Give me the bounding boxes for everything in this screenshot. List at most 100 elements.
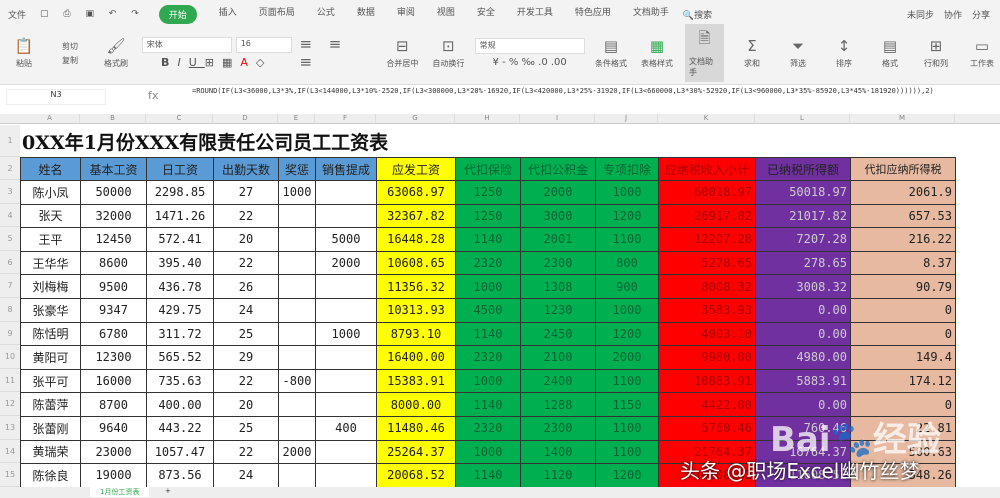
- table-cell[interactable]: 10608.65: [376, 250, 456, 276]
- table-cell[interactable]: 4500: [455, 298, 521, 323]
- table-cell[interactable]: 2001: [520, 227, 596, 252]
- font-size-select[interactable]: 16: [235, 37, 292, 53]
- table-cell[interactable]: 1057.47: [146, 439, 214, 465]
- row-col-button[interactable]: ⊞ 行和列: [918, 37, 954, 69]
- table-cell[interactable]: 2400: [520, 368, 596, 394]
- sync-button[interactable]: 未同步: [907, 8, 934, 21]
- column-header[interactable]: C: [146, 114, 213, 124]
- table-cell[interactable]: 2320: [455, 250, 521, 276]
- column-header[interactable]: A: [20, 114, 80, 124]
- table-cell[interactable]: [315, 203, 377, 229]
- table-cell[interactable]: 1000: [278, 180, 316, 205]
- table-cell[interactable]: 800: [595, 250, 659, 276]
- table-cell[interactable]: 2061.9: [850, 180, 956, 205]
- row-number[interactable]: 4: [0, 203, 20, 228]
- cond-format-button[interactable]: ▤ 条件格式: [593, 37, 629, 69]
- table-cell[interactable]: 149.4: [850, 345, 956, 370]
- merge-button[interactable]: ⊟ 合并居中: [384, 37, 420, 69]
- tab-1[interactable]: 插入: [219, 5, 237, 24]
- table-cell[interactable]: [278, 298, 316, 323]
- table-cell[interactable]: 1200: [595, 463, 659, 488]
- table-cell[interactable]: [278, 416, 316, 441]
- tab-9[interactable]: 特色应用: [575, 5, 611, 24]
- quick-toolbar-icons[interactable]: ▢ ⎙ ▣ ↶ ↷: [40, 9, 145, 19]
- table-cell[interactable]: 2300: [520, 416, 596, 441]
- tab-7[interactable]: 安全: [477, 5, 495, 24]
- table-cell[interactable]: [278, 321, 316, 347]
- header-cell[interactable]: 应发工资: [376, 157, 456, 181]
- format-painter-button[interactable]: 🖌 格式刷: [98, 37, 134, 69]
- tab-10[interactable]: 文档助手: [633, 5, 669, 24]
- table-cell[interactable]: [278, 463, 316, 488]
- table-cell[interactable]: 873.56: [146, 463, 214, 488]
- table-cell[interactable]: 26: [213, 274, 279, 299]
- table-cell[interactable]: 5760.46: [658, 416, 756, 441]
- table-cell[interactable]: 20: [213, 392, 279, 417]
- share-button[interactable]: 分享: [972, 8, 990, 21]
- tab-3[interactable]: 公式: [317, 5, 335, 24]
- table-cell[interactable]: 26917.82: [658, 203, 756, 229]
- font-style-buttons[interactable]: BIU⊞▦A◇: [161, 56, 272, 69]
- add-sheet-button[interactable]: +: [165, 487, 171, 495]
- table-cell[interactable]: 张天: [20, 203, 81, 229]
- table-cell[interactable]: 395.40: [146, 250, 214, 276]
- table-cell[interactable]: 0: [850, 298, 956, 323]
- tab-0[interactable]: 开始: [158, 4, 197, 24]
- table-cell[interactable]: [278, 274, 316, 299]
- column-header[interactable]: L: [755, 114, 850, 124]
- sheet-title[interactable]: 0XX年1月份XXX有限责任公司员工工资表: [22, 128, 388, 155]
- table-cell[interactable]: 11356.32: [376, 274, 456, 299]
- table-cell[interactable]: 8793.10: [376, 321, 456, 347]
- table-cell[interactable]: 黄阳可: [20, 345, 81, 370]
- row-number[interactable]: 2: [0, 157, 20, 180]
- filter-button[interactable]: ⏷ 筛选: [780, 37, 816, 69]
- header-cell[interactable]: 代扣公积金: [520, 157, 596, 181]
- table-cell[interactable]: 10883.91: [658, 368, 756, 394]
- sort-button[interactable]: ↕ 排序: [826, 37, 862, 69]
- table-cell[interactable]: [315, 439, 377, 465]
- table-cell[interactable]: 2320: [455, 416, 521, 441]
- table-cell[interactable]: 1140: [455, 463, 521, 488]
- table-cell[interactable]: -800: [278, 368, 316, 394]
- number-format-select[interactable]: 常规: [474, 38, 585, 54]
- table-cell[interactable]: 王华华: [20, 250, 81, 276]
- tab-2[interactable]: 页面布局: [259, 5, 295, 24]
- table-cell[interactable]: 4003.10: [658, 321, 756, 347]
- table-cell[interactable]: 436.78: [146, 274, 214, 299]
- table-cell[interactable]: 黄瑞荣: [20, 439, 81, 465]
- formula-input[interactable]: =ROUND(IF(L3<36000,L3*3%,IF(L3<144000,L3…: [192, 86, 992, 97]
- table-cell[interactable]: [278, 345, 316, 370]
- header-cell[interactable]: 基本工资: [80, 157, 147, 181]
- row-number[interactable]: 9: [0, 321, 20, 346]
- header-cell[interactable]: 应纳税收入小计: [658, 157, 756, 181]
- copy-button[interactable]: 复制: [62, 55, 78, 66]
- table-cell[interactable]: 735.63: [146, 368, 214, 394]
- table-cell[interactable]: 4980.00: [755, 345, 851, 370]
- fx-icon[interactable]: fx: [148, 89, 158, 102]
- table-cell[interactable]: 311.72: [146, 321, 214, 347]
- table-cell[interactable]: 9347: [80, 298, 147, 323]
- table-cell[interactable]: [315, 392, 377, 417]
- table-cell[interactable]: 2000: [520, 180, 596, 205]
- collab-button[interactable]: 协作: [944, 8, 962, 21]
- table-cell[interactable]: 9640: [80, 416, 147, 441]
- table-cell[interactable]: 3008.32: [755, 274, 851, 299]
- table-cell[interactable]: 1308: [520, 274, 596, 299]
- table-cell[interactable]: 4422.00: [658, 392, 756, 417]
- header-cell[interactable]: 姓名: [20, 157, 81, 181]
- table-cell[interactable]: 23000: [80, 439, 147, 465]
- table-cell[interactable]: 0: [850, 321, 956, 347]
- header-cell[interactable]: 销售提成: [315, 157, 377, 181]
- table-cell[interactable]: 1288: [520, 392, 596, 417]
- table-cell[interactable]: 2100: [520, 345, 596, 370]
- table-cell[interactable]: 11480.46: [376, 416, 456, 441]
- table-cell[interactable]: 278.65: [755, 250, 851, 276]
- table-cell[interactable]: 陈恬明: [20, 321, 81, 347]
- column-header[interactable]: F: [315, 114, 376, 124]
- header-cell[interactable]: 代扣保险: [455, 157, 521, 181]
- table-cell[interactable]: 8008.32: [658, 274, 756, 299]
- worksheet-button[interactable]: ▭ 工作表: [964, 37, 1000, 69]
- table-cell[interactable]: 6780: [80, 321, 147, 347]
- column-header[interactable]: G: [376, 114, 455, 124]
- table-cell[interactable]: 1100: [595, 227, 659, 252]
